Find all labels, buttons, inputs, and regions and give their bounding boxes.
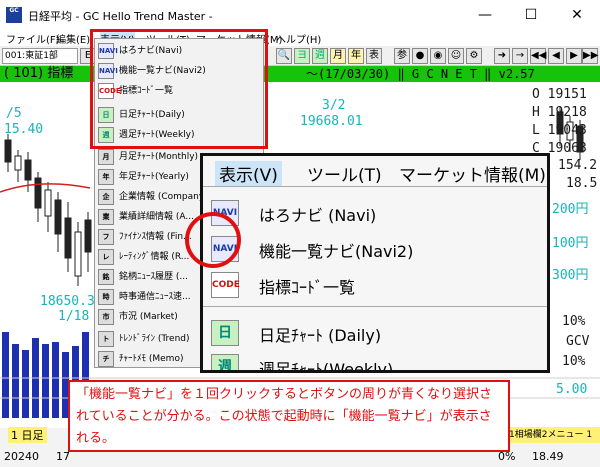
menu-edit[interactable]: 編集(E)	[56, 31, 90, 46]
ohlc-panel: O 19151 H 19218 L 19043 C 19063	[532, 86, 587, 158]
dd-label: ﾌｧｲﾅﾝｽ情報 (Fin...	[119, 232, 192, 242]
dd-label: 年足ﾁｬｰﾄ(Yearly)	[119, 172, 189, 182]
zoom-menu-tools[interactable]: ツール(T)	[307, 161, 382, 186]
rating-icon: レ	[98, 249, 114, 265]
right-value-1: 154.2	[558, 158, 598, 173]
app-icon: GC	[6, 7, 22, 23]
window-title: 日経平均 - GC Hello Trend Master -	[28, 10, 213, 23]
chart-bottom-price: 18650.3	[40, 294, 95, 309]
zoom-item-code-list[interactable]: CODE 指標ｺｰﾄﾞ一覧	[203, 266, 547, 304]
indicator-period: ～(17/03/30) ‖ G C N E T ‖ v2.57	[306, 67, 535, 81]
lower-right-1: 10%	[562, 314, 586, 329]
right-value-2: 18.5	[566, 176, 598, 191]
toolbar-table-icon[interactable]: 表	[366, 48, 382, 64]
dd-label: ﾚｰﾃｨﾝｸﾞ情報 (R...	[119, 252, 190, 262]
trendline-icon: ト	[98, 331, 114, 347]
lower-right-2: GCV	[566, 334, 590, 349]
toolbar-arrow-right-icon[interactable]: →	[512, 48, 528, 64]
toolbar-yearly-icon[interactable]: 年	[348, 48, 364, 64]
maximize-button[interactable]: ☐	[508, 0, 554, 30]
zoom-item-label: 週足ﾁｬｰﾄ(Weekly)	[259, 360, 394, 373]
earnings-icon: 業	[98, 209, 114, 225]
zoom-item-daily[interactable]: 日 日足ﾁｬｰﾄ (Daily)	[203, 314, 547, 352]
lower-right-3: 10%	[562, 354, 586, 369]
news-icon: 銘	[98, 269, 114, 285]
zoom-item-label: 日足ﾁｬｰﾄ (Daily)	[259, 326, 382, 345]
status-date: 20240	[4, 450, 39, 463]
toolbar-prev-icon[interactable]: ◀	[548, 48, 564, 64]
dd-label: ﾄﾚﾝﾄﾞﾗｲﾝ (Trend)	[119, 334, 190, 344]
dd-label: 月足ﾁｬｰﾄ(Monthly)	[119, 152, 199, 162]
market-select[interactable]: 001:東証1部	[2, 48, 78, 64]
zoom-item-label: 指標ｺｰﾄﾞ一覧	[259, 278, 356, 297]
dd-label: 企業情報 (Company)	[119, 192, 208, 202]
zoom-divider	[203, 186, 547, 187]
close-button[interactable]: ✕	[554, 0, 600, 30]
toolbar-jump-icon[interactable]: ➜	[494, 48, 510, 64]
menu-help[interactable]: ヘルプ(H)	[276, 31, 321, 46]
chart-peak-date: 3/2	[322, 98, 346, 113]
right-value-3: 200円	[552, 202, 589, 217]
toolbar-search-icon[interactable]: 🔍	[276, 48, 292, 64]
highlight-circle	[185, 212, 241, 268]
chart-top-left-date: /5	[6, 106, 22, 121]
indicator-label: ( 101) 指標	[4, 66, 74, 81]
zoom-item-navi2[interactable]: NAVI 機能一覧ナビ(Navi2)	[203, 230, 547, 268]
right-value-5: 300円	[552, 268, 589, 283]
toolbar-gear-icon[interactable]: ⚙	[466, 48, 482, 64]
zoom-divider	[203, 306, 547, 307]
code-icon: CODE	[211, 272, 240, 298]
tab-daily[interactable]: 1 日足	[8, 427, 47, 443]
ohlc-low: L 19043	[532, 123, 587, 138]
daily-chart-icon: 日	[211, 320, 239, 346]
chart-peak-price: 19668.01	[300, 114, 363, 129]
right-value-4: 100円	[552, 236, 589, 251]
toolbar-weekly-icon[interactable]: 週	[312, 48, 328, 64]
jiji-news-icon: 時	[98, 289, 114, 305]
dd-label: ﾁｬｰﾄﾒﾓ (Memo)	[119, 354, 184, 364]
annotation-callout: 「機能一覧ナビ」を１回クリックするとボタンの周りが青くなり選択されていることが分…	[68, 380, 510, 452]
tab-market-menu[interactable]: 1相場欄2メニュー 1	[506, 427, 600, 443]
menu-file[interactable]: ファイル(F)	[6, 31, 60, 46]
zoom-item-weekly[interactable]: 週 週足ﾁｬｰﾄ(Weekly)	[203, 348, 547, 373]
zoom-menu-market-info[interactable]: マーケット情報(M)	[399, 161, 546, 186]
zoom-menu-view[interactable]: 表示(V)	[215, 161, 282, 186]
status-value: 18.49	[532, 450, 564, 463]
market-icon: 市	[98, 309, 114, 325]
zoom-item-navi[interactable]: NAVI はろナビ (Navi)	[203, 194, 547, 232]
lower-right-4: 5.00	[556, 382, 588, 397]
memo-icon: チ	[98, 351, 114, 367]
title-bar: GC 日経平均 - GC Hello Trend Master - — ☐ ✕	[0, 0, 600, 30]
toolbar-forward-icon[interactable]: ▶▶	[582, 48, 598, 64]
toolbar-face-icon[interactable]: ☺	[448, 48, 464, 64]
toolbar-record-icon[interactable]: ◉	[430, 48, 446, 64]
dd-label: 業績詳細情報 (A...	[119, 212, 194, 222]
zoom-item-label: 機能一覧ナビ(Navi2)	[259, 242, 414, 261]
toolbar-ref-icon[interactable]: 参	[394, 48, 410, 64]
toolbar-daily-icon[interactable]: ヨ	[294, 48, 310, 64]
company-icon: 企	[98, 189, 114, 205]
dd-label: 時事通信ﾆｭｰｽ速...	[119, 292, 191, 302]
toolbar-circle-icon[interactable]: ●	[412, 48, 428, 64]
dd-label: 市況 (Market)	[119, 312, 178, 322]
toolbar-monthly-icon[interactable]: 月	[330, 48, 346, 64]
yearly-chart-icon: 年	[98, 169, 114, 185]
finance-icon: フ	[98, 229, 114, 245]
monthly-chart-icon: 月	[98, 149, 114, 165]
dd-label: 銘柄ﾆｭｰｽ履歴 (...	[119, 272, 188, 282]
weekly-chart-icon: 週	[211, 354, 239, 370]
ohlc-high: H 19218	[532, 105, 587, 120]
toolbar-rewind-icon[interactable]: ◀◀	[530, 48, 546, 64]
minimize-button[interactable]: —	[462, 0, 508, 30]
chart-top-left-price: 15.40	[4, 122, 44, 137]
highlight-box	[90, 29, 268, 149]
zoom-panel: 表示(V) ツール(T) マーケット情報(M) NAVI はろナビ (Navi)…	[200, 153, 550, 373]
zoom-item-label: はろナビ (Navi)	[259, 206, 377, 225]
chart-bottom-date: 1/18	[58, 309, 90, 324]
ohlc-open: O 19151	[532, 87, 587, 102]
toolbar-next-icon[interactable]: ▶	[566, 48, 582, 64]
